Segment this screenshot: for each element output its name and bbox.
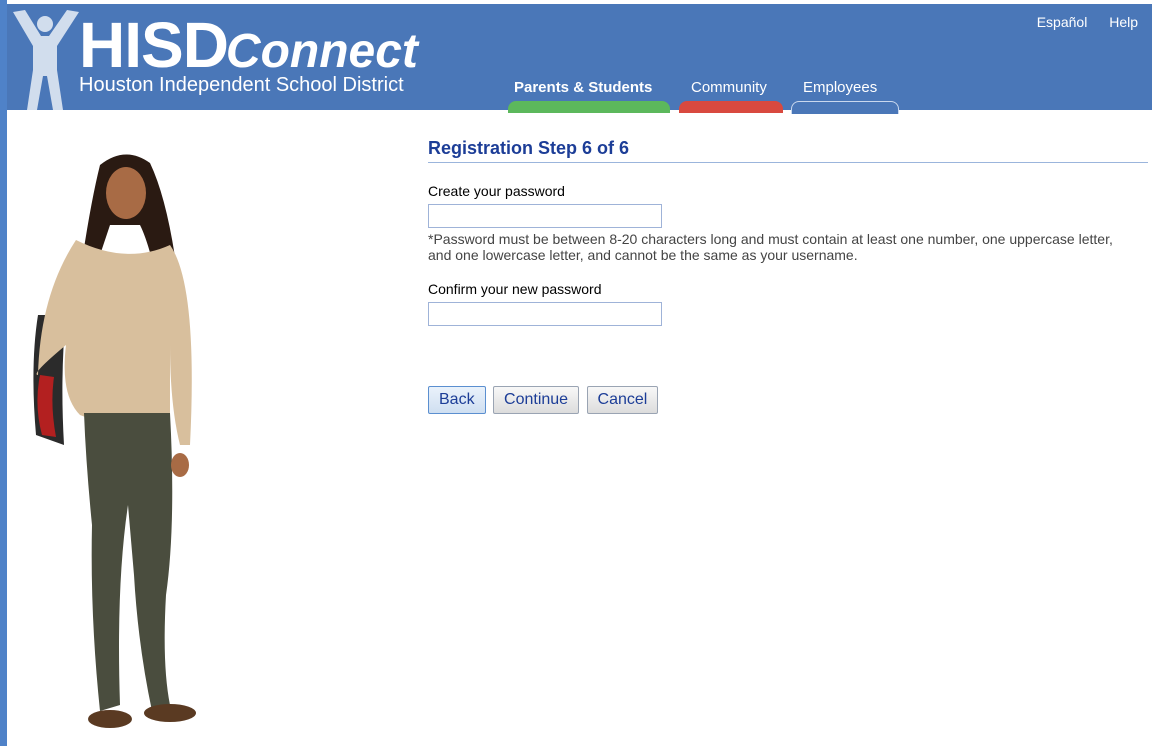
logo-connect: Connect xyxy=(225,25,418,78)
password-label: Create your password xyxy=(428,183,565,199)
tab-employees-bar xyxy=(791,101,899,114)
tab-parents-students[interactable]: Parents & Students xyxy=(514,79,652,96)
form-buttons: Back Continue Cancel xyxy=(428,386,1148,414)
logo-hisd: HISD xyxy=(79,9,229,81)
help-link[interactable]: Help xyxy=(1109,14,1138,30)
back-button[interactable]: Back xyxy=(428,386,486,414)
left-frame-bar xyxy=(0,0,7,746)
tab-employees[interactable]: Employees xyxy=(803,79,877,96)
title-divider xyxy=(428,162,1148,163)
confirm-password-input[interactable] xyxy=(428,302,662,326)
espanol-link[interactable]: Español xyxy=(1037,14,1088,30)
continue-button[interactable]: Continue xyxy=(493,386,580,414)
password-input[interactable] xyxy=(428,204,662,228)
cancel-button[interactable]: Cancel xyxy=(586,386,659,414)
logo-wordmark[interactable]: HISDConnect xyxy=(79,10,418,80)
tab-community[interactable]: Community xyxy=(691,79,767,96)
confirm-password-label: Confirm your new password xyxy=(428,281,602,297)
student-photo xyxy=(33,154,196,728)
site-header: HISDConnect Houston Independent School D… xyxy=(7,4,1152,114)
password-requirements: *Password must be between 8-20 character… xyxy=(428,231,1113,263)
page-title: Registration Step 6 of 6 xyxy=(428,138,630,158)
utility-links: Español Help xyxy=(1019,14,1138,30)
cheering-figure-icon xyxy=(13,10,79,110)
district-name: Houston Independent School District xyxy=(79,74,404,96)
tab-parents-students-bar xyxy=(508,101,670,113)
registration-form: Registration Step 6 of 6 Create your pas… xyxy=(428,138,1148,414)
tab-community-bar xyxy=(679,101,783,113)
